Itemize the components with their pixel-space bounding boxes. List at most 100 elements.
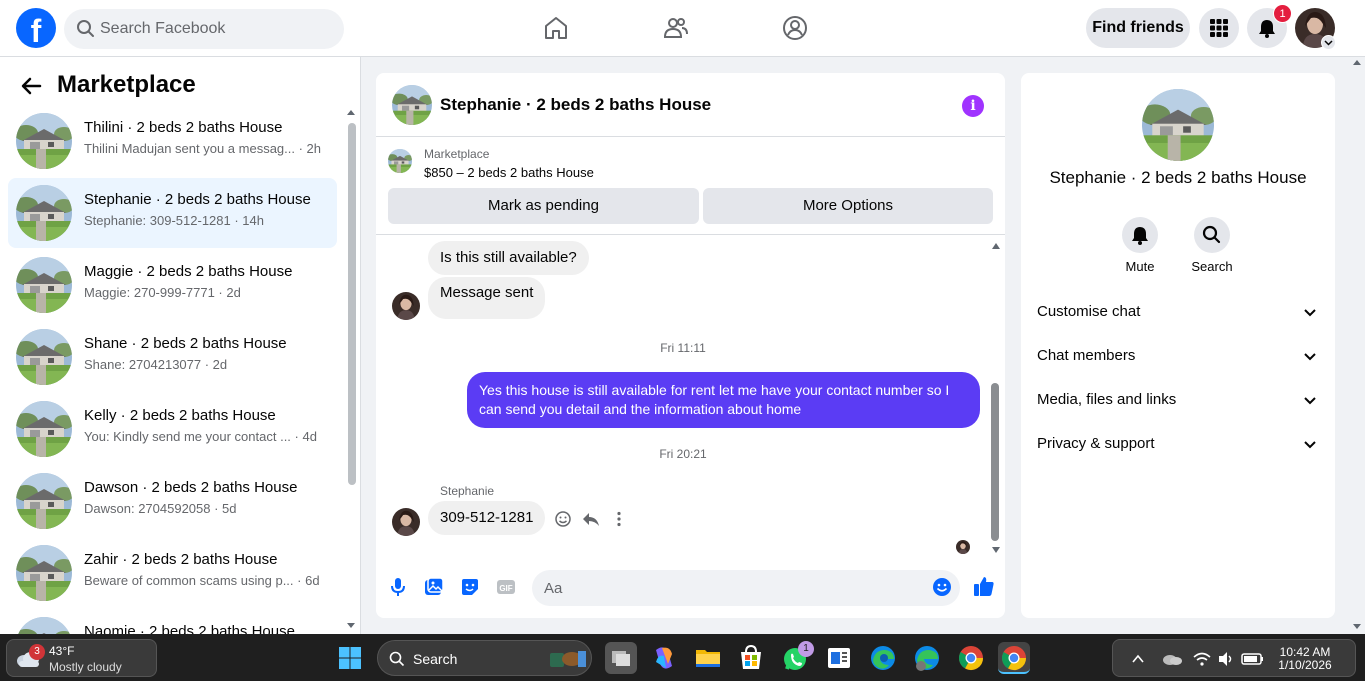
facebook-search-box[interactable] (64, 9, 344, 49)
conversation-item[interactable]: Maggie · 2 beds 2 baths House Maggie: 27… (8, 250, 337, 320)
system-clock[interactable]: 10:42 AM 1/10/2026 (1270, 646, 1340, 672)
listing-large-thumbnail[interactable] (1142, 89, 1214, 161)
conversation-preview: Dawson: 2704592058 · 5d (84, 501, 237, 516)
listing-price[interactable]: $850 – 2 beds 2 baths House (424, 165, 594, 180)
like-thumbs-up-icon[interactable] (973, 575, 995, 597)
listing-thumbnail (16, 113, 72, 169)
search-input[interactable] (100, 9, 336, 49)
sender-name: Stephanie (440, 484, 495, 498)
search-icon (77, 20, 94, 37)
customise-chat-section[interactable]: Customise chat (1029, 292, 1327, 332)
incoming-message[interactable]: Is this still available? (428, 241, 589, 275)
mark-as-pending-button[interactable]: Mark as pending (388, 188, 699, 224)
more-options-button[interactable]: More Options (703, 188, 993, 224)
chevron-down-icon (1304, 397, 1316, 405)
info-panel-title: Stephanie · 2 beds 2 baths House (1049, 168, 1307, 187)
friends-icon[interactable] (662, 14, 690, 42)
file-explorer-icon[interactable] (692, 642, 724, 674)
chat-members-section[interactable]: Chat members (1029, 336, 1327, 376)
microphone-icon[interactable] (388, 577, 408, 597)
back-arrow-icon[interactable] (20, 75, 42, 97)
reply-icon[interactable] (582, 510, 600, 528)
wifi-icon[interactable] (1193, 651, 1211, 667)
gif-icon[interactable]: GIF (496, 577, 516, 597)
conversation-item[interactable]: Shane · 2 beds 2 baths House Shane: 2704… (8, 322, 337, 392)
sidebar-title: Marketplace (57, 71, 196, 98)
media-files-links-section[interactable]: Media, files and links (1029, 380, 1327, 420)
copilot-icon[interactable] (648, 642, 680, 674)
listing-small-thumbnail[interactable] (388, 149, 412, 173)
windows-start-icon[interactable] (338, 646, 362, 670)
incoming-message[interactable]: 309-512-1281 (428, 501, 546, 535)
menu-button[interactable] (1199, 8, 1239, 48)
news-app-icon[interactable] (823, 642, 855, 674)
groups-icon[interactable] (781, 14, 809, 42)
outgoing-message[interactable]: Yes this house is still available for re… (467, 372, 980, 428)
chat-scrollbar-thumb[interactable] (991, 383, 999, 541)
chevron-down-icon[interactable] (1321, 35, 1336, 50)
conversation-item[interactable]: Zahir · 2 beds 2 baths House Beware of c… (8, 538, 337, 608)
react-emoji-icon[interactable] (554, 510, 572, 528)
emoji-icon[interactable] (932, 577, 952, 597)
search-icon (389, 651, 405, 667)
weather-widget[interactable]: 3 43°F Mostly cloudy (6, 639, 157, 677)
weather-condition: Mostly cloudy (49, 660, 122, 674)
home-icon[interactable] (542, 14, 570, 42)
edge-profile-icon[interactable] (911, 642, 943, 674)
info-icon[interactable]: i (962, 95, 984, 117)
chat-listing-thumbnail[interactable] (392, 85, 432, 125)
search-label: Search (1191, 259, 1233, 274)
chevron-down-icon (1304, 309, 1316, 317)
sidebar-scrollbar-thumb[interactable] (348, 123, 356, 485)
conversation-name: Thilini · 2 beds 2 baths House (84, 119, 283, 136)
search-icon (1202, 225, 1221, 244)
conversation-item[interactable]: Naomie · 2 beds 2 baths House (8, 610, 337, 634)
taskbar-search[interactable]: Search (377, 640, 592, 676)
chrome-active-icon[interactable] (998, 642, 1030, 674)
chat-info-panel: Stephanie · 2 beds 2 baths House Mute Se… (1021, 73, 1335, 618)
timestamp: Fri 20:21 (659, 447, 707, 461)
mute-button[interactable]: Mute (1110, 217, 1170, 274)
conversation-name: Naomie · 2 beds 2 baths House (84, 623, 295, 634)
chevron-up-icon[interactable] (1131, 653, 1145, 665)
chat-header: Stephanie · 2 beds 2 baths House i (376, 73, 1005, 137)
facebook-logo-icon[interactable]: f (16, 8, 56, 48)
listing-thumbnail (16, 545, 72, 601)
privacy-support-section[interactable]: Privacy & support (1029, 424, 1327, 464)
sender-avatar[interactable] (392, 508, 420, 536)
section-label: Customise chat (1037, 303, 1141, 320)
task-view-icon[interactable] (605, 642, 637, 674)
top-navigation-bar: f Find friends 1 (0, 0, 1365, 57)
message-input[interactable] (532, 570, 960, 606)
listing-thumbnail (16, 257, 72, 313)
conversation-item[interactable]: Thilini · 2 beds 2 baths House Thilini M… (8, 106, 337, 176)
conversation-item[interactable]: Kelly · 2 beds 2 baths House You: Kindly… (8, 394, 337, 464)
weather-temperature: 43°F (49, 644, 75, 658)
weather-alert-badge: 3 (29, 644, 45, 660)
photo-icon[interactable] (424, 577, 444, 597)
apps-grid-icon (1210, 19, 1228, 37)
more-actions-icon[interactable] (610, 510, 628, 528)
battery-icon[interactable] (1241, 651, 1265, 667)
conversation-name: Dawson · 2 beds 2 baths House (84, 479, 298, 496)
whatsapp-badge: 1 (798, 641, 814, 657)
taskbar-search-label: Search (413, 651, 458, 667)
incoming-message[interactable]: Message sent (428, 277, 546, 319)
chat-title[interactable]: Stephanie · 2 beds 2 baths House (440, 95, 711, 115)
message-thread: Is this still available? Message sent Fr… (376, 235, 1005, 557)
listing-banner: Marketplace $850 – 2 beds 2 baths House … (376, 137, 1005, 235)
page-scrollbar[interactable] (1349, 57, 1365, 634)
onedrive-icon[interactable] (1161, 651, 1183, 667)
chrome-icon[interactable] (955, 642, 987, 674)
search-in-chat-button[interactable]: Search (1182, 217, 1242, 274)
sticker-icon[interactable] (460, 577, 480, 597)
microsoft-store-icon[interactable] (735, 642, 767, 674)
edge-icon[interactable] (867, 642, 899, 674)
sender-avatar[interactable] (392, 292, 420, 320)
volume-icon[interactable] (1217, 651, 1235, 667)
find-friends-button[interactable]: Find friends (1086, 8, 1190, 48)
conversation-item-active[interactable]: Stephanie · 2 beds 2 baths House Stephan… (8, 178, 337, 248)
listing-thumbnail (16, 473, 72, 529)
read-receipt-avatar (956, 540, 970, 554)
conversation-item[interactable]: Dawson · 2 beds 2 baths House Dawson: 27… (8, 466, 337, 536)
